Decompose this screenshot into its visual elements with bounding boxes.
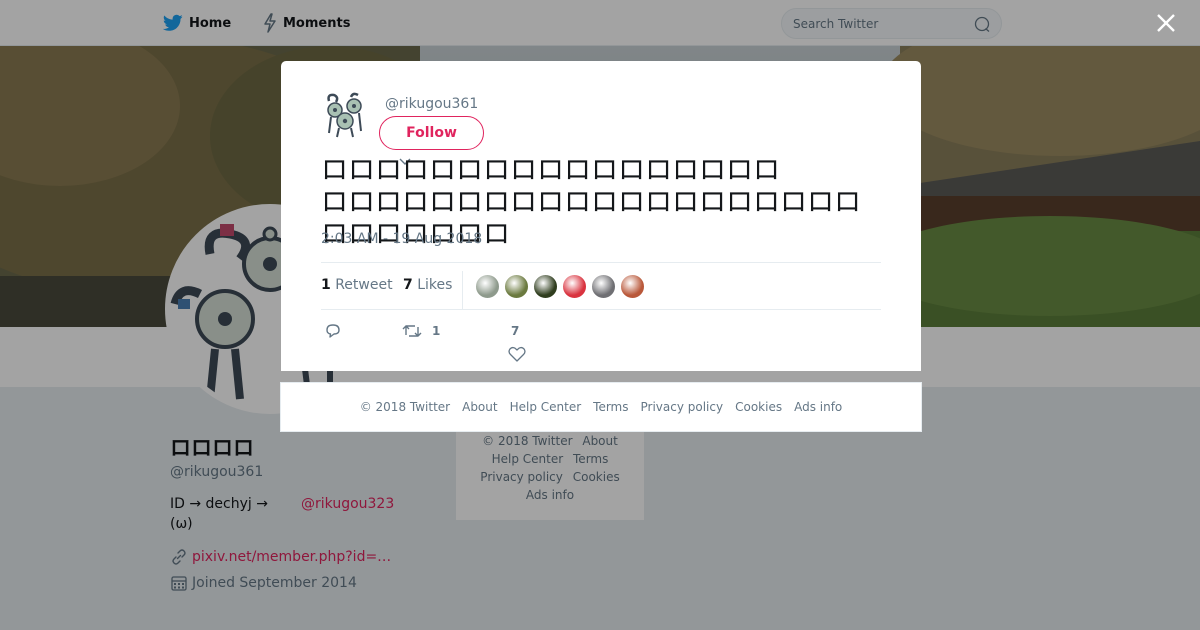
footer-ads-info[interactable]: Ads info bbox=[794, 400, 842, 414]
liker-avatar[interactable] bbox=[475, 274, 500, 299]
liker-avatar[interactable] bbox=[591, 274, 616, 299]
retweet-stat[interactable]: 1 Retweet bbox=[321, 277, 393, 293]
heart-icon[interactable] bbox=[508, 346, 526, 362]
footer-help-center[interactable]: Help Center bbox=[510, 400, 582, 414]
liker-avatars bbox=[475, 274, 645, 299]
tweet-timestamp[interactable]: 2:03 AM - 19 Aug 2018 bbox=[321, 231, 482, 247]
retweet-label: Retweet bbox=[335, 277, 393, 293]
liker-avatar[interactable] bbox=[533, 274, 558, 299]
footer-terms[interactable]: Terms bbox=[593, 400, 628, 414]
footer-privacy[interactable]: Privacy policy bbox=[641, 400, 724, 414]
stats-divider bbox=[462, 271, 463, 309]
likes-stat[interactable]: 7 Likes bbox=[403, 277, 452, 293]
like-action-count: 7 bbox=[511, 324, 520, 338]
liker-avatar[interactable] bbox=[620, 274, 645, 299]
close-icon[interactable] bbox=[1153, 10, 1179, 36]
footer-cookies[interactable]: Cookies bbox=[735, 400, 782, 414]
tweet-author-avatar[interactable] bbox=[321, 91, 369, 139]
reply-icon bbox=[326, 324, 340, 338]
liker-avatar[interactable] bbox=[562, 274, 587, 299]
retweet-count: 1 bbox=[321, 277, 331, 293]
tweet-text-line: ロロロロロロロロロロロロロロロロロ bbox=[321, 155, 780, 186]
like-count: 7 bbox=[403, 277, 413, 293]
tweet-stats: 1 Retweet 7 Likes bbox=[321, 262, 881, 310]
tweet-modal: @rikugou361 Follow ロロロロロロロロロロロロロロロロロ ロロロ… bbox=[281, 61, 921, 371]
retweet-action-count: 1 bbox=[432, 324, 441, 338]
liker-avatar[interactable] bbox=[504, 274, 529, 299]
retweet-icon bbox=[402, 325, 422, 337]
modal-footer: © 2018 Twitter About Help Center Terms P… bbox=[280, 382, 922, 432]
footer-about[interactable]: About bbox=[462, 400, 497, 414]
tweet-author-handle[interactable]: @rikugou361 bbox=[385, 96, 478, 112]
retweet-button[interactable]: 1 bbox=[402, 322, 440, 340]
footer-copyright: © 2018 Twitter bbox=[359, 400, 451, 414]
follow-button[interactable]: Follow bbox=[379, 116, 484, 150]
reply-button[interactable] bbox=[324, 322, 342, 340]
likes-label: Likes bbox=[417, 277, 453, 293]
